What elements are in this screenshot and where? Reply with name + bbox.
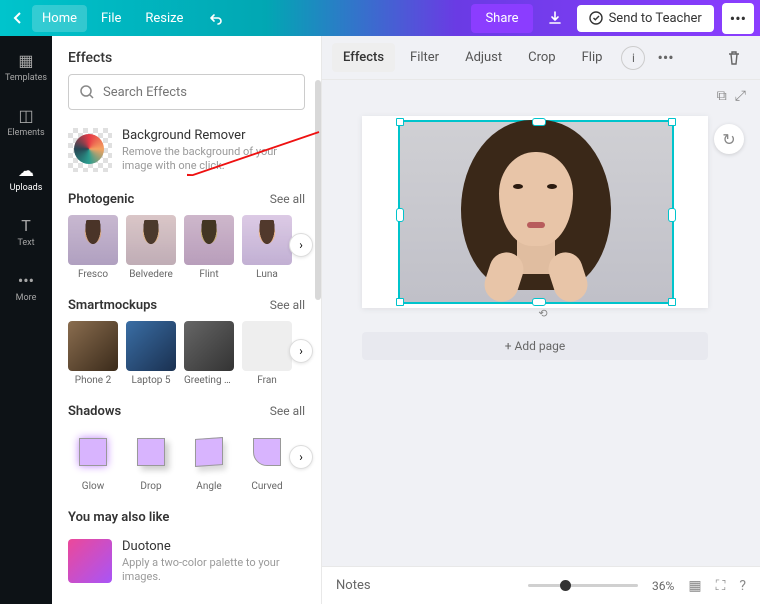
rail-templates[interactable]: ▦Templates — [5, 46, 47, 87]
you-may-title: You may also like — [68, 510, 169, 525]
more-button[interactable]: ••• — [722, 3, 754, 34]
add-page-button[interactable]: + Add page — [362, 332, 708, 360]
back-button[interactable] — [6, 7, 28, 29]
chevron-right-icon[interactable]: › — [289, 233, 313, 257]
zoom-level[interactable]: 36% — [652, 579, 674, 593]
bg-remover-thumb — [68, 128, 112, 172]
send-to-teacher-button[interactable]: Send to Teacher — [577, 5, 714, 32]
resize-handle[interactable] — [532, 118, 546, 126]
effect-luna[interactable]: Luna — [242, 215, 292, 280]
mockup-greeting[interactable]: Greeting car... — [184, 321, 234, 386]
resize-handle[interactable] — [396, 208, 404, 222]
zoom-slider-thumb[interactable] — [560, 580, 571, 591]
chevron-right-icon[interactable]: › — [289, 445, 313, 469]
page-1[interactable] — [362, 116, 708, 308]
panel-title: Effects — [52, 36, 321, 74]
notes-button[interactable]: Notes — [336, 578, 371, 593]
elements-icon: ◫ — [16, 105, 36, 125]
mockup-laptop5[interactable]: Laptop 5 — [126, 321, 176, 386]
bg-remover-desc: Remove the background of your image with… — [122, 145, 305, 174]
duotone-desc: Apply a two-color palette to your images… — [122, 556, 305, 585]
shadows-title: Shadows — [68, 404, 121, 419]
shadow-curved[interactable]: Curved — [242, 427, 292, 492]
uploads-icon: ☁ — [16, 160, 36, 180]
text-icon: T — [16, 215, 36, 235]
send-label: Send to Teacher — [609, 11, 702, 26]
effect-fresco[interactable]: Fresco — [68, 215, 118, 280]
toolbar-more[interactable]: ••• — [649, 44, 681, 71]
portrait-image — [431, 126, 641, 306]
check-circle-icon — [589, 11, 603, 25]
canvas-viewport[interactable]: ⧉ ⤢ — [322, 80, 760, 566]
fullscreen-icon[interactable]: ⛶ — [716, 578, 726, 594]
tool-filter[interactable]: Filter — [399, 43, 450, 72]
shadow-angle[interactable]: Angle — [184, 427, 234, 492]
trash-icon[interactable] — [718, 46, 750, 70]
tool-adjust[interactable]: Adjust — [454, 43, 513, 72]
effect-belvedere[interactable]: Belvedere — [126, 215, 176, 280]
download-button[interactable] — [537, 4, 573, 32]
search-icon — [79, 84, 95, 100]
effects-panel: Effects Background Remover Remove the ba… — [52, 36, 322, 604]
zoom-slider[interactable] — [528, 584, 638, 587]
shadow-glow[interactable]: Glow — [68, 427, 118, 492]
canvas-area: Effects Filter Adjust Crop Flip i ••• ⧉ … — [322, 36, 760, 604]
duotone-effect[interactable]: Duotone Apply a two-color palette to you… — [68, 533, 305, 591]
resize-handle[interactable] — [668, 118, 676, 126]
duotone-thumb — [68, 539, 112, 583]
more-icon: ••• — [16, 270, 36, 290]
info-icon[interactable]: i — [621, 46, 645, 70]
tool-crop[interactable]: Crop — [517, 43, 566, 72]
shadows-see-all[interactable]: See all — [270, 404, 305, 418]
selected-image[interactable] — [398, 120, 674, 304]
effect-flint[interactable]: Flint — [184, 215, 234, 280]
grid-view-icon[interactable]: ▦ — [688, 578, 701, 594]
top-bar: Home File Resize Share Send to Teacher •… — [0, 0, 760, 36]
resize-handle[interactable] — [396, 118, 404, 126]
tool-effects[interactable]: Effects — [332, 43, 395, 72]
panel-scrollbar[interactable] — [315, 80, 321, 300]
background-remover[interactable]: Background Remover Remove the background… — [68, 122, 305, 188]
resize-handle[interactable] — [396, 298, 404, 306]
rail-uploads[interactable]: ☁Uploads — [10, 156, 43, 197]
search-input[interactable] — [103, 85, 294, 100]
autoflow-icon[interactable]: ⟲ — [534, 304, 552, 322]
tool-flip[interactable]: Flip — [571, 43, 614, 72]
resize-handle[interactable] — [668, 298, 676, 306]
mockup-fran[interactable]: Fran — [242, 321, 292, 386]
resize-handle[interactable] — [668, 208, 676, 222]
image-toolbar: Effects Filter Adjust Crop Flip i ••• — [322, 36, 760, 80]
smartmockups-see-all[interactable]: See all — [270, 298, 305, 312]
bottom-bar: Notes 36% ▦ ⛶ ? — [322, 566, 760, 604]
help-icon[interactable]: ? — [739, 578, 746, 594]
smartmockups-title: Smartmockups — [68, 298, 157, 313]
photogenic-see-all[interactable]: See all — [270, 192, 305, 206]
photogenic-title: Photogenic — [68, 192, 134, 207]
rail-more[interactable]: •••More — [16, 266, 37, 307]
share-button[interactable]: Share — [471, 4, 532, 33]
chevron-right-icon[interactable]: › — [289, 339, 313, 363]
expand-page-icon[interactable]: ⤢ — [735, 88, 746, 104]
rail-text[interactable]: TText — [16, 211, 36, 252]
shadow-drop[interactable]: Drop — [126, 427, 176, 492]
file-menu[interactable]: File — [91, 5, 131, 32]
resize-menu[interactable]: Resize — [135, 5, 193, 32]
undo-button[interactable] — [197, 5, 233, 31]
search-effects[interactable] — [68, 74, 305, 110]
duplicate-page-icon[interactable]: ⧉ — [717, 88, 727, 104]
home-button[interactable]: Home — [32, 5, 87, 32]
redo-fab[interactable]: ↻ — [714, 124, 744, 154]
mockup-phone2[interactable]: Phone 2 — [68, 321, 118, 386]
left-rail: ▦Templates ◫Elements ☁Uploads TText •••M… — [0, 36, 52, 604]
bg-remover-title: Background Remover — [122, 128, 305, 143]
templates-icon: ▦ — [16, 50, 36, 70]
duotone-title: Duotone — [122, 539, 305, 554]
rail-elements[interactable]: ◫Elements — [7, 101, 44, 142]
